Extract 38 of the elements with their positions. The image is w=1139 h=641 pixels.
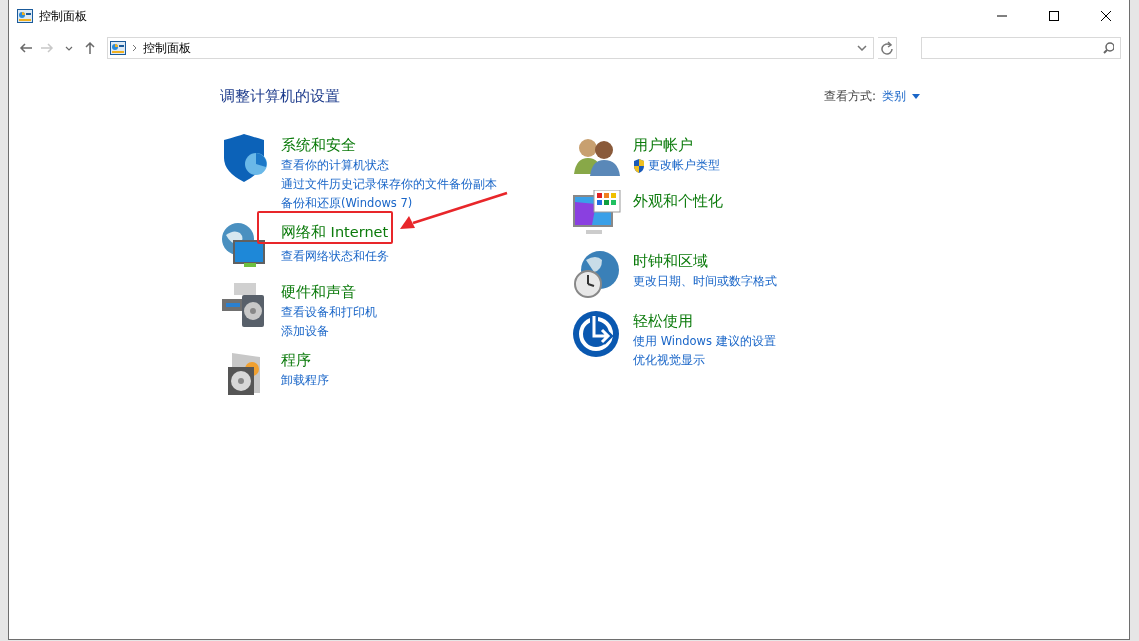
category-link[interactable]: 硬件和声音: [281, 281, 356, 303]
search-field[interactable]: [921, 37, 1121, 59]
task-link[interactable]: 添加设备: [281, 322, 329, 341]
address-path: 控制面板: [142, 39, 192, 57]
control-panel-icon: [109, 41, 126, 55]
control-panel-icon: [17, 9, 33, 23]
view-by-label: 查看方式:: [823, 88, 876, 105]
category-link[interactable]: 时钟和区域: [633, 250, 708, 272]
address-bar[interactable]: 控制面板: [106, 37, 874, 59]
task-link[interactable]: 备份和还原(Windows 7): [281, 194, 413, 213]
category-link[interactable]: 用户帐户: [633, 134, 693, 156]
task-link[interactable]: 查看你的计算机状态: [281, 156, 389, 175]
task-link[interactable]: 更改帐户类型: [633, 156, 720, 175]
globe-monitor-icon: [220, 221, 268, 269]
chevron-right-icon: [131, 44, 137, 52]
maximize-icon: [1048, 10, 1060, 22]
task-link[interactable]: 使用 Windows 建议的设置: [633, 332, 776, 351]
caret-down-icon: [912, 94, 920, 99]
search-icon: [1103, 42, 1114, 54]
category-link[interactable]: 轻松使用: [633, 310, 693, 332]
chevron-down-icon[interactable]: [856, 45, 867, 51]
view-by-dropdown[interactable]: 类别: [882, 88, 920, 105]
task-link[interactable]: 优化视觉显示: [633, 351, 705, 370]
category-link[interactable]: 系统和安全: [281, 134, 356, 156]
task-link[interactable]: 卸载程序: [281, 371, 329, 390]
category-link[interactable]: 程序: [281, 349, 311, 371]
task-link[interactable]: 查看网络状态和任务: [281, 247, 389, 266]
category-link[interactable]: 外观和个性化: [633, 190, 723, 212]
page-heading: 调整计算机的设置: [220, 87, 340, 106]
task-link[interactable]: 更改日期、时间或数字格式: [633, 272, 777, 291]
category-link[interactable]: 网络和 Internet: [281, 221, 389, 243]
task-link[interactable]: 查看设备和打印机: [281, 303, 377, 322]
window-title: 控制面板: [39, 7, 88, 25]
refresh-button[interactable]: [877, 37, 897, 59]
accessibility-icon: [572, 310, 620, 358]
task-link[interactable]: 通过文件历史记录保存你的文件备份副本: [281, 175, 497, 194]
close-icon: [1100, 10, 1112, 22]
globe-clock-icon: [572, 250, 620, 298]
